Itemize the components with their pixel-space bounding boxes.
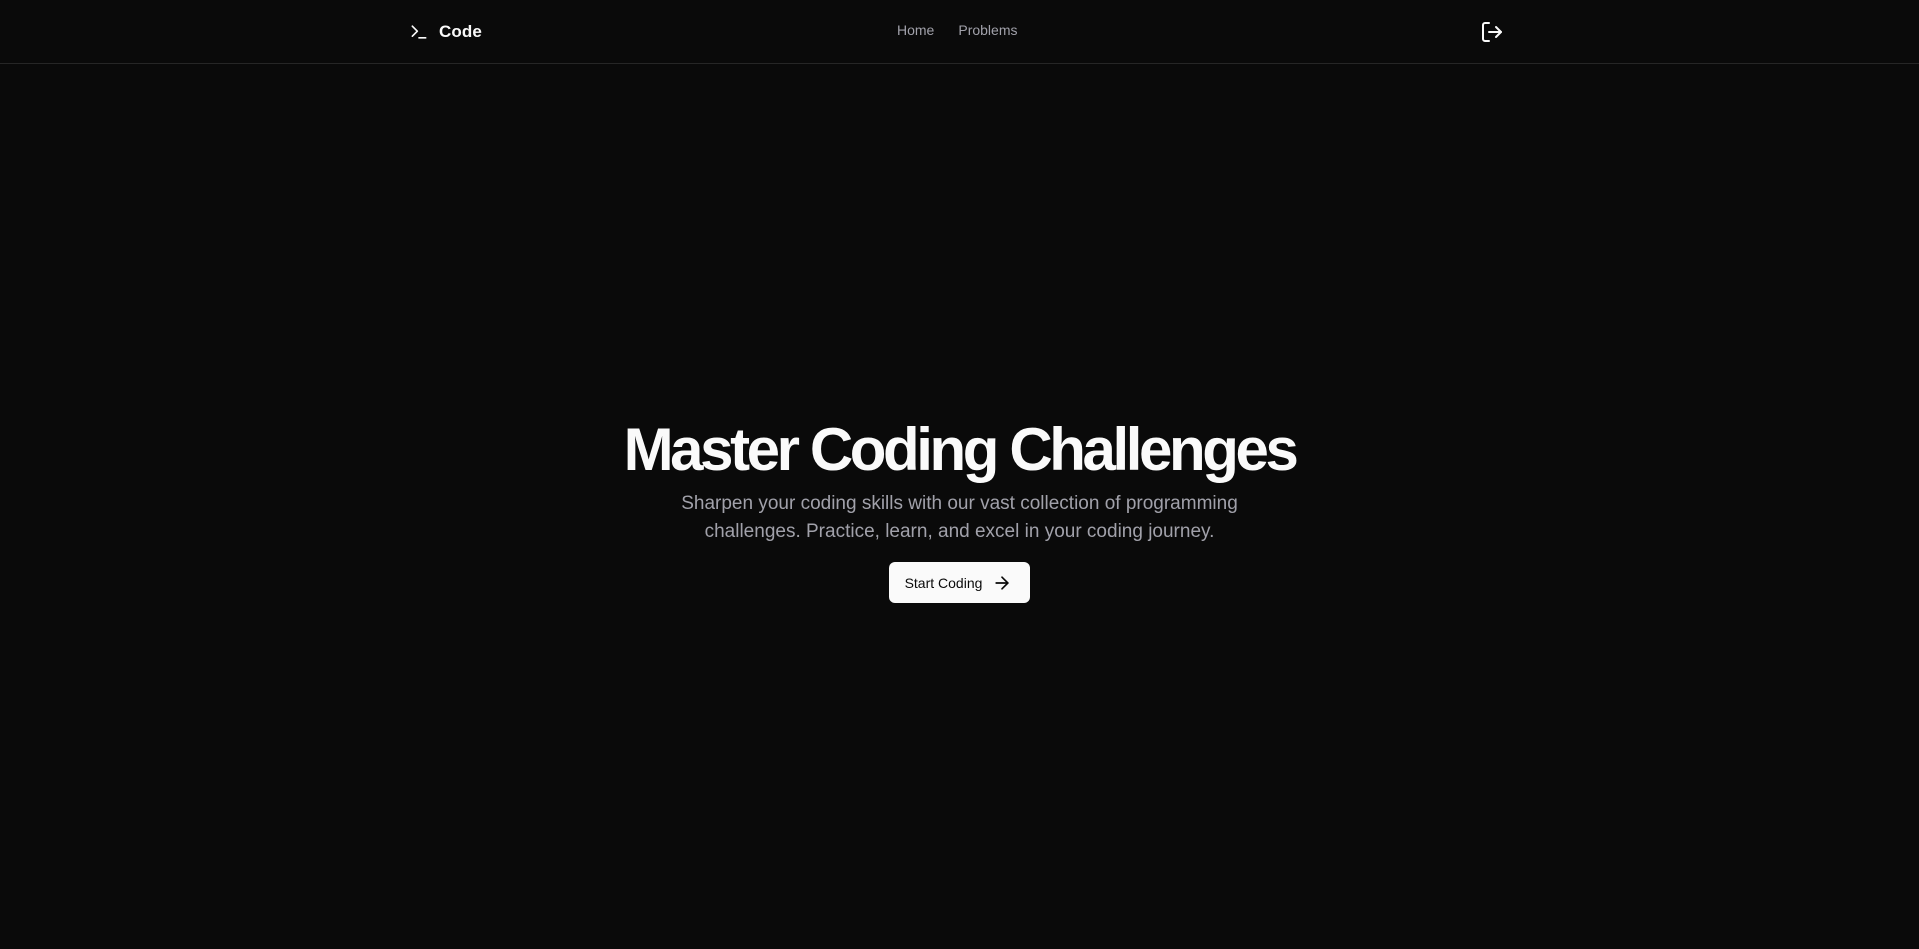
arrow-right-icon bbox=[995, 575, 1010, 590]
brand-label: Code bbox=[439, 22, 482, 41]
nav-link-problems[interactable]: Problems bbox=[958, 22, 1017, 38]
hero-title: Master Coding Challenges bbox=[623, 416, 1299, 483]
top-navigation-bar: Code Home Problems bbox=[0, 0, 1919, 64]
nav-link-home[interactable]: Home bbox=[897, 22, 934, 38]
hero-subtitle: Sharpen your coding skills with our vast… bbox=[681, 493, 1238, 542]
logout-button[interactable] bbox=[1478, 18, 1506, 46]
start-coding-label: Start Coding bbox=[904, 574, 983, 591]
start-coding-button[interactable]: Start Coding bbox=[888, 562, 1031, 603]
terminal-icon bbox=[411, 25, 427, 39]
log-out-icon bbox=[1482, 22, 1502, 42]
hero-section: Master Coding Challenges Sharpen your co… bbox=[0, 410, 1919, 603]
main-nav: Home Problems bbox=[897, 22, 1018, 38]
brand-home-link[interactable]: Code bbox=[409, 19, 482, 45]
